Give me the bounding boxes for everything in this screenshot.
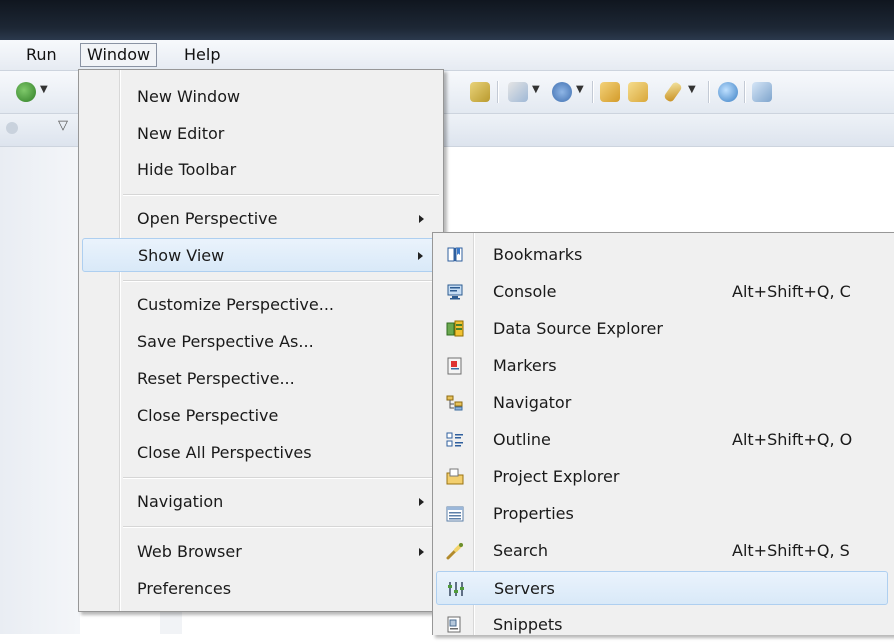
view-item-outline[interactable]: Outline Alt+Shift+Q, O — [436, 423, 888, 457]
submenu-arrow-icon — [418, 252, 423, 260]
console-icon — [447, 284, 463, 300]
search-icon — [446, 543, 463, 560]
open-type-icon[interactable] — [600, 82, 620, 102]
properties-icon — [446, 506, 464, 522]
view-item-navigator[interactable]: Navigator — [436, 386, 888, 420]
new-wizard-dropdown-icon[interactable]: ▼ — [532, 84, 540, 95]
shortcut-label: Alt+Shift+Q, S — [732, 541, 850, 560]
new-class-icon[interactable] — [552, 82, 572, 102]
menu-item-label: Save Perspective As... — [137, 332, 314, 351]
view-item-label: Data Source Explorer — [493, 319, 663, 338]
menu-item-label: New Editor — [137, 124, 225, 143]
new-class-dropdown-icon[interactable]: ▼ — [576, 84, 584, 95]
menu-bar: Run Window Help — [0, 40, 894, 71]
menu-item-label: Preferences — [137, 579, 232, 598]
menu-item-label: Customize Perspective... — [137, 295, 334, 314]
view-item-markers[interactable]: Markers — [436, 349, 888, 383]
view-item-project-explorer[interactable]: Project Explorer — [436, 460, 888, 494]
view-item-snippets[interactable]: Snippets — [436, 608, 888, 642]
menu-item-customize-perspective[interactable]: Customize Perspective... — [82, 288, 438, 322]
menu-item-label: New Window — [137, 87, 241, 106]
bookmarks-icon — [447, 247, 463, 262]
menu-help[interactable]: Help — [178, 43, 226, 67]
menu-item-web-browser[interactable]: Web Browser — [82, 535, 438, 569]
menu-item-label: Open Perspective — [137, 209, 278, 228]
menu-separator — [123, 477, 439, 479]
view-item-console[interactable]: Console Alt+Shift+Q, C — [436, 275, 888, 309]
view-item-properties[interactable]: Properties — [436, 497, 888, 531]
toolbar-separator — [708, 81, 710, 103]
menu-item-label: Show View — [138, 246, 225, 265]
submenu-arrow-icon — [419, 498, 424, 506]
menu-separator — [123, 280, 439, 282]
navigator-icon — [446, 395, 463, 411]
left-panel — [0, 147, 80, 634]
run-dropdown-icon[interactable]: ▼ — [40, 84, 48, 95]
show-view-submenu: Bookmarks Console Alt+Shift+Q, C Data So… — [432, 232, 894, 635]
shortcut-label: Alt+Shift+Q, C — [732, 282, 851, 301]
run-icon[interactable] — [16, 82, 36, 102]
menu-item-label: Close All Perspectives — [137, 443, 312, 462]
menu-item-new-editor[interactable]: New Editor — [82, 117, 438, 151]
view-item-servers[interactable]: Servers — [436, 571, 888, 605]
menu-separator — [123, 526, 439, 528]
menu-item-label: Navigation — [137, 492, 224, 511]
toolbar-extra-icon[interactable] — [752, 82, 772, 102]
menu-separator — [123, 194, 439, 196]
menu-item-label: Reset Perspective... — [137, 369, 295, 388]
menu-item-label: Close Perspective — [137, 406, 279, 425]
globe-icon[interactable] — [718, 82, 738, 102]
menu-item-label: Web Browser — [137, 542, 242, 561]
data-source-explorer-icon — [446, 320, 464, 337]
view-item-bookmarks[interactable]: Bookmarks — [436, 238, 888, 272]
view-item-label: Navigator — [493, 393, 572, 412]
outline-icon — [446, 432, 463, 447]
menu-item-label: Hide Toolbar — [137, 160, 237, 179]
toolbar-separator — [592, 81, 594, 103]
menu-item-show-view[interactable]: Show View — [82, 238, 438, 272]
window-title-bar — [0, 0, 894, 40]
submenu-arrow-icon — [419, 548, 424, 556]
open-folder-icon[interactable] — [628, 82, 648, 102]
menu-item-preferences[interactable]: Preferences — [82, 572, 438, 606]
view-item-label: Bookmarks — [493, 245, 583, 264]
view-item-label: Project Explorer — [493, 467, 620, 486]
menu-item-save-perspective-as[interactable]: Save Perspective As... — [82, 325, 438, 359]
snippets-icon — [447, 616, 461, 633]
window-menu: New Window New Editor Hide Toolbar Open … — [78, 69, 444, 612]
menu-item-new-window[interactable]: New Window — [82, 80, 438, 114]
toolbar-separator — [497, 81, 499, 103]
view-item-label: Console — [493, 282, 557, 301]
markers-icon — [447, 357, 462, 375]
view-icon[interactable] — [6, 122, 18, 134]
menu-item-close-perspective[interactable]: Close Perspective — [82, 399, 438, 433]
new-wizard-icon[interactable] — [508, 82, 528, 102]
shortcut-label: Alt+Shift+Q, O — [732, 430, 853, 449]
view-item-label: Servers — [494, 579, 555, 598]
menu-item-open-perspective[interactable]: Open Perspective — [82, 202, 438, 236]
view-menu-chevron-icon[interactable]: ▽ — [58, 118, 68, 133]
menu-item-hide-toolbar[interactable]: Hide Toolbar — [82, 153, 438, 187]
toolbar-tool-icon[interactable] — [470, 82, 490, 102]
view-item-data-source-explorer[interactable]: Data Source Explorer — [436, 312, 888, 346]
menu-item-close-all-perspectives[interactable]: Close All Perspectives — [82, 436, 438, 470]
toolbar-separator — [744, 81, 746, 103]
view-item-label: Outline — [493, 430, 551, 449]
view-item-search[interactable]: Search Alt+Shift+Q, S — [436, 534, 888, 568]
view-item-label: Search — [493, 541, 548, 560]
submenu-arrow-icon — [419, 215, 424, 223]
search-dropdown-icon[interactable]: ▼ — [688, 84, 696, 95]
search-tool-icon[interactable] — [663, 80, 683, 104]
view-item-label: Snippets — [493, 615, 563, 634]
menu-item-reset-perspective[interactable]: Reset Perspective... — [82, 362, 438, 396]
view-item-label: Markers — [493, 356, 557, 375]
project-explorer-icon — [446, 468, 464, 485]
menu-run[interactable]: Run — [20, 43, 63, 67]
menu-item-navigation[interactable]: Navigation — [82, 485, 438, 519]
menu-window[interactable]: Window — [80, 43, 158, 67]
view-item-label: Properties — [493, 504, 574, 523]
servers-icon — [448, 582, 464, 596]
